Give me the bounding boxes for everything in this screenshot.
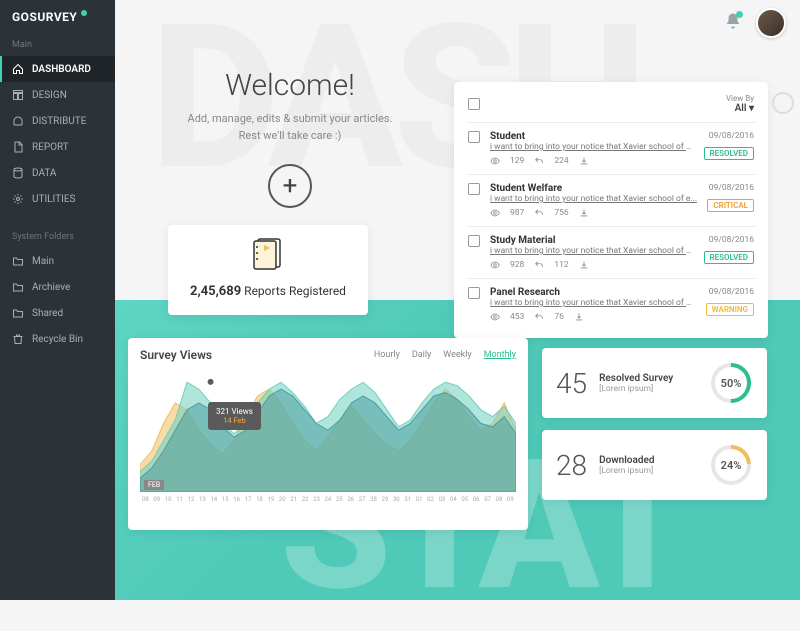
nav-data[interactable]: DATA [0,160,115,186]
tab-monthly[interactable]: Monthly [484,350,516,360]
folder-recycle-bin[interactable]: Recycle Bin [0,326,115,352]
share-icon [12,115,24,127]
notification-dot-icon [736,11,743,18]
welcome-block: Welcome! Add, manage, edits & submit you… [150,68,430,208]
avatar[interactable] [756,8,786,38]
welcome-subtitle: Add, manage, edits & submit your article… [150,111,430,144]
viewby-dropdown[interactable]: View By All ▾ [726,94,754,114]
folder-shared[interactable]: Shared [0,300,115,326]
tab-weekly[interactable]: Weekly [443,350,471,360]
chart-range-tabs: Hourly Daily Weekly Monthly [374,350,516,360]
gear-icon [12,193,24,205]
resolved-count: 45 [556,367,587,400]
side-knob[interactable] [772,92,794,114]
list-item[interactable]: Panel Researchi want to bring into your … [466,278,756,330]
nav-section-folders: System Folders [0,226,115,248]
layout-icon [12,89,24,101]
chevron-down-icon: ▾ [749,103,754,114]
folder-main[interactable]: Main [0,248,115,274]
status-badge: RESOLVED [704,147,755,160]
eye-icon [490,312,500,322]
folder-icon [12,281,24,293]
home-icon [12,63,24,75]
nav-design[interactable]: DESIGN [0,82,115,108]
notebook-icon [180,237,356,278]
chart-title: Survey Views [140,348,212,362]
status-badge: WARNING [706,303,754,316]
notices-list: View By All ▾ Studenti want to bring int… [454,82,768,338]
file-icon [12,141,24,153]
eye-icon [490,208,500,218]
eye-icon [490,156,500,166]
row-checkbox[interactable] [468,235,480,247]
downloaded-ring: 24% [709,443,753,487]
folder-icon [12,255,24,267]
folder-icon [12,307,24,319]
add-article-button[interactable]: + [268,164,312,208]
folder-archieve[interactable]: Archieve [0,274,115,300]
downloaded-card: 28 Downloaded [Lorem ipsum] 24% [542,430,767,500]
brand-logo: GOSURVEY [0,0,115,34]
download-icon [579,208,589,218]
area-chart-svg [140,372,516,492]
eye-icon [490,260,500,270]
download-icon [579,156,589,166]
tab-hourly[interactable]: Hourly [374,350,400,360]
survey-views-chart: Survey Views Hourly Daily Weekly Monthly 32… [128,338,528,530]
row-checkbox[interactable] [468,131,480,143]
tab-daily[interactable]: Daily [412,350,431,360]
reply-icon [534,208,544,218]
trash-icon [12,333,24,345]
brand-dot-icon [81,10,87,16]
welcome-title: Welcome! [150,68,430,103]
downloaded-count: 28 [556,449,587,482]
month-badge: FEB [144,480,164,490]
row-checkbox[interactable] [468,287,480,299]
nav-report[interactable]: REPORT [0,134,115,160]
download-icon [574,312,584,322]
status-badge: RESOLVED [704,251,755,264]
notifications-button[interactable] [724,12,742,34]
sidebar: GOSURVEY Main DASHBOARDDESIGNDISTRIBUTER… [0,0,115,600]
reply-icon [534,156,544,166]
list-item[interactable]: Student Welfarei want to bring into your… [466,174,756,226]
list-item[interactable]: Studenti want to bring into your notice … [466,122,756,174]
resolved-survey-card: 45 Resolved Survey [Lorem ipsum] 50% [542,348,767,418]
select-all-checkbox[interactable] [468,98,480,110]
nav-distribute[interactable]: DISTRIBUTE [0,108,115,134]
download-icon [579,260,589,270]
chart-xaxis: 0809101112131415161718192021222324252627… [140,496,516,503]
row-checkbox[interactable] [468,183,480,195]
resolved-ring: 50% [709,361,753,405]
nav-utilities[interactable]: UTILITIES [0,186,115,212]
reply-icon [534,260,544,270]
reports-count-text: 2,45,689 Reports Registered [180,284,356,299]
chart-tooltip: 321 Views 14 Feb [208,402,261,430]
topbar [724,8,786,38]
reply-icon [534,312,544,322]
reports-registered-card: 2,45,689 Reports Registered [168,225,368,315]
nav-dashboard[interactable]: DASHBOARD [0,56,115,82]
status-badge: CRITICAL [707,199,754,212]
db-icon [12,167,24,179]
list-item[interactable]: Study Materiali want to bring into your … [466,226,756,278]
nav-section-main: Main [0,34,115,56]
